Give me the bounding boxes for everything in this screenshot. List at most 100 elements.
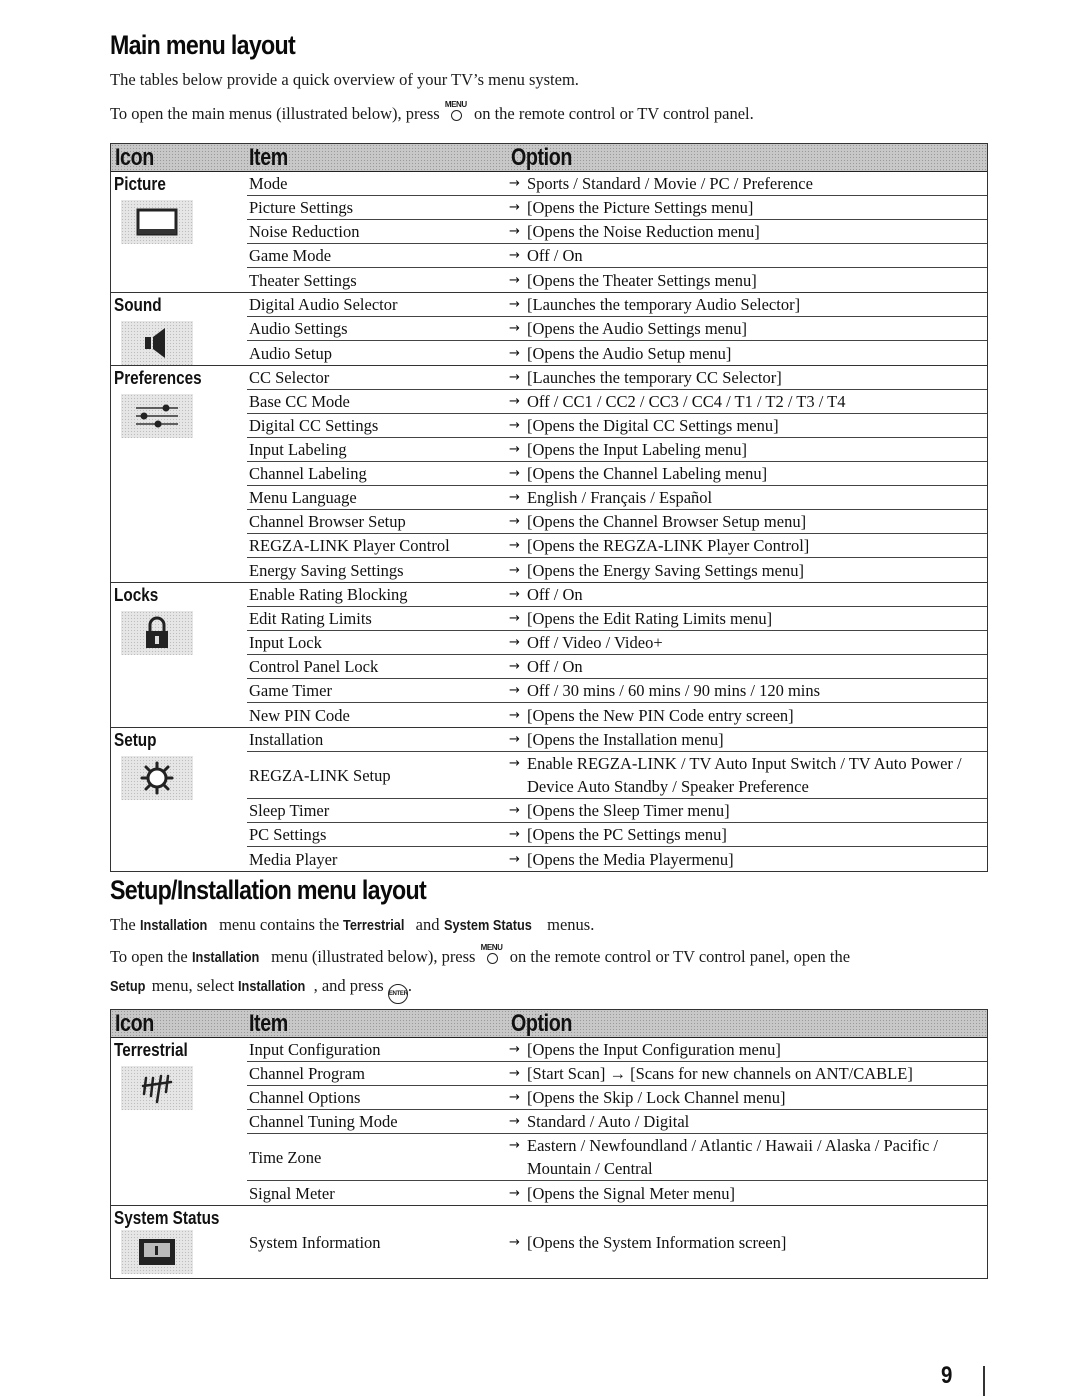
row-item: Picture Settings [249,198,354,217]
row-item: Media Player [249,849,338,869]
arrow-icon: → [509,707,520,723]
row-item: Channel Tuning Mode [249,1112,398,1131]
table-row: Sleep Timer → [Opens the Sleep Timer menu] [247,799,987,823]
arrow-icon: → [509,176,520,191]
table-row: Input Labeling → [Opens the Input Labeling… [247,438,987,462]
row-option: Off / CC1 / CC2 / CC3 / CC4 / T1 / T2 / … [527,392,846,411]
text: menu (illustrated below), press [271,947,476,966]
arrow-icon: → [509,418,520,433]
row-item: Audio Settings [249,319,348,338]
bold-term: Installation [139,917,208,934]
header-item: Item [249,144,288,171]
info-screen-icon [121,1230,193,1274]
row-item: REGZA-LINK Player Control [249,536,450,555]
bold-term: Terrestrial [343,917,405,934]
bold-term: Installation [238,978,306,995]
row-option: [Opens the Audio Settings menu] [527,319,747,338]
row-option: [Opens the Input Labeling menu] [527,440,747,459]
row-item: Installation [249,730,324,749]
group-label: Setup [114,730,157,750]
row-item: System Information [249,1232,381,1252]
group-label: Terrestrial [114,1040,188,1060]
arrow-icon: → [509,683,520,698]
table-row: Energy Saving Settings → [Opens the Energy… [247,558,987,582]
row-item: Base CC Mode [249,392,350,411]
table-row: Game Timer → Off / 30 mins / 60 mins / 90 … [247,679,987,703]
arrow-icon: → [509,248,520,263]
arrow-icon: → [509,538,520,553]
row-option: Off / On [527,657,583,676]
arrow-icon: → [509,803,520,818]
arrow-icon: → [509,514,520,529]
arrow-icon: → [509,272,520,288]
row-option: Off / 30 mins / 60 mins / 90 mins / 120 … [527,681,821,700]
row-item: Channel Browser Setup [249,512,406,531]
arrow-icon: → [509,1090,520,1105]
table-row: Channel Program → [Start Scan] → [Scans fo… [247,1062,987,1086]
text: menu, select [151,976,235,995]
text: and [415,915,440,934]
main-open-instructions: To open the main menus (illustrated belo… [110,100,754,124]
row-option: Enable REGZA-LINK / TV Auto Input Switch… [527,754,962,796]
arrow-icon: → [509,370,520,385]
row-option: Off / On [527,585,583,604]
arrow-icon: → [509,442,520,457]
header-option: Option [511,1010,572,1037]
table-row: Audio Settings → [Opens the Audio Settings… [247,317,987,341]
row-item: Game Mode [249,246,332,265]
row-item: Control Panel Lock [249,657,379,676]
row-option: [Opens the Digital CC Settings menu] [527,416,779,435]
main-menu-table: Icon Item Option Picture Mode → Sports / S… [110,143,988,872]
setup-open-instructions: To open the Installation menu (illustrat… [110,943,850,967]
row-item: Energy Saving Settings [249,560,404,580]
group-sound: Sound Digital Audio Selector → [Launches t… [111,293,987,366]
row-item: Channel Labeling [249,464,367,483]
row-option: [Opens the Audio Setup menu] [527,343,732,363]
group-label: Preferences [114,368,202,388]
table-row: Picture Settings → [Opens the Picture Sett… [247,196,987,220]
open-prefix: To open the main menus (illustrated belo… [110,104,440,123]
enter-button-icon: ENTER [387,984,408,1004]
arrow-icon: → [509,635,520,650]
table-row: Digital CC Settings → [Opens the Digital C… [247,414,987,438]
table-row: Theater Settings → [Opens the Theater Sett… [247,268,987,292]
table-row: Menu Language → English / Français / Españ… [247,486,987,510]
menu-key-label: MENU [444,100,467,109]
row-item: Audio Setup [249,343,332,363]
menu-button-icon: MENU [444,100,470,121]
table-header: Icon Item Option [111,144,987,172]
arrow-icon: → [509,200,520,215]
arrow-icon: → [509,224,520,239]
group-picture: Picture Mode → Sports / Standard / Movie /… [111,172,987,293]
row-option: [Opens the Energy Saving Settings menu] [527,560,804,580]
arrow-icon: → [509,851,520,867]
table-row: Channel Browser Setup → [Opens the Channel… [247,510,987,534]
group-label: Locks [114,585,159,605]
group-label: System Status [114,1208,220,1228]
table-row: Signal Meter → [Opens the Signal Meter men… [247,1181,987,1205]
table-header: Icon Item Option [111,1010,987,1038]
table-row: Base CC Mode → Off / CC1 / CC2 / CC3 / CC4… [247,390,987,414]
arrow-icon: → [509,1185,520,1201]
row-option: Eastern / Newfoundland / Atlantic / Hawa… [527,1136,939,1178]
header-option: Option [511,144,572,171]
table-row: PC Settings → [Opens the PC Settings menu] [247,823,987,847]
sliders-icon [121,394,193,438]
row-option: [Opens the Noise Reduction menu] [527,222,760,241]
table-row: Media Player → [Opens the Media Playermenu… [247,847,987,871]
row-option: [Opens the Input Configuration menu] [527,1040,781,1059]
table-row: System Information → [Opens the System Inf… [247,1206,987,1278]
table-row: Audio Setup → [Opens the Audio Setup menu] [247,341,987,365]
row-option: [Launches the temporary Audio Selector] [527,295,801,314]
arrow-icon: → [509,466,520,481]
arrow-icon: → [509,1114,520,1129]
main-intro: The tables below provide a quick overvie… [110,70,579,89]
row-item: Input Lock [249,633,322,652]
arrow-icon: → [509,756,520,771]
text: To open the [110,947,188,966]
text: menus. [547,915,595,934]
table-row: New PIN Code → [Opens the New PIN Code ent… [247,703,987,727]
table-row: Channel Tuning Mode → Standard / Auto / Di… [247,1110,987,1134]
row-item: Channel Options [249,1088,361,1107]
table-row: REGZA-LINK Player Control → [Opens the REG… [247,534,987,558]
